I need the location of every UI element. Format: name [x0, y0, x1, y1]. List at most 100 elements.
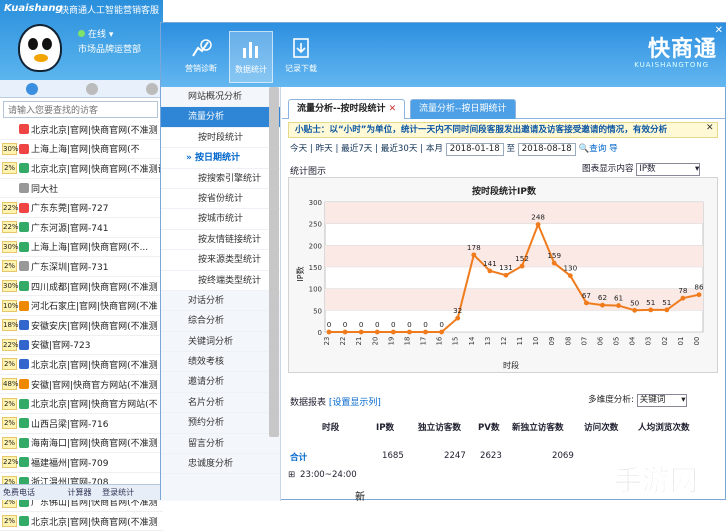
- visitor-name: 同大社: [31, 184, 59, 195]
- phone-button[interactable]: 免费电话: [3, 488, 35, 497]
- data-label: 131: [499, 263, 513, 272]
- chat-tab-icon[interactable]: [26, 83, 38, 95]
- nav-item[interactable]: 关键词分析: [161, 332, 280, 353]
- nav-item[interactable]: 按省份统计: [161, 188, 280, 210]
- visitor-list-item[interactable]: 22% 广东东莞|官网-727: [0, 198, 163, 218]
- toolbar-download[interactable]: 记录下载: [279, 31, 323, 83]
- tab-hourly[interactable]: 流量分析--按时段统计 ✕: [288, 99, 406, 119]
- match-badge: 48%: [2, 378, 19, 391]
- visitor-list-item[interactable]: 30% 上海上海|官网|快商官网(不...: [0, 238, 163, 258]
- visitor-list-item[interactable]: 2% 北京北京|官网|快商官方网站(不: [0, 394, 163, 414]
- tab-close-icon[interactable]: ✕: [389, 104, 397, 114]
- nav-item[interactable]: 绩效考核: [161, 352, 280, 373]
- data-label: 141: [483, 259, 497, 268]
- nav-item[interactable]: 按搜索引擎统计: [161, 168, 280, 189]
- nav-item[interactable]: 留言分析: [161, 434, 280, 455]
- data-label: 61: [614, 294, 623, 303]
- visitor-list-item[interactable]: 22% 广东河源|官网-741: [0, 218, 163, 238]
- nav-item[interactable]: 按友情链接统计: [161, 229, 280, 251]
- visitor-list-item[interactable]: 10% 河北石家庄|官网|快商官网(不准: [0, 296, 163, 316]
- bar-chart-icon: [243, 42, 258, 58]
- col-ip[interactable]: IP数: [376, 421, 394, 433]
- online-status[interactable]: 在线 ▾: [78, 27, 113, 40]
- data-label: 0: [439, 320, 444, 329]
- visitor-list-item[interactable]: 30% 四川成都|官网|快商官网(不准测: [0, 277, 163, 297]
- visitor-list-item[interactable]: 2% 海南海口|官网|快商官网(不准测: [0, 434, 163, 454]
- nav-item[interactable]: 对话分析: [161, 291, 280, 312]
- col-period[interactable]: 时段: [322, 421, 339, 433]
- date-to-input[interactable]: 2018-08-18: [517, 143, 576, 156]
- filter-today[interactable]: 今天: [290, 144, 307, 154]
- toolbar-statistics[interactable]: 数据统计: [229, 31, 273, 83]
- nav-item[interactable]: 邀请分析: [161, 372, 280, 393]
- nav-item[interactable]: 按来源类型统计: [161, 250, 280, 271]
- filter-last7[interactable]: 最近7天: [341, 144, 372, 154]
- visitor-list-item[interactable]: 2% 广东深圳|官网-731: [0, 257, 163, 277]
- filter-yesterday[interactable]: 昨天: [316, 144, 333, 154]
- calculator-button[interactable]: 计算器: [68, 488, 92, 497]
- visitor-list-item[interactable]: 2% 山西吕梁|官网-716: [0, 414, 163, 434]
- nav-item[interactable]: 流量分析: [161, 107, 280, 128]
- tab-daily[interactable]: 流量分析--按日期统计: [410, 99, 516, 119]
- query-button[interactable]: 🔍查询: [578, 144, 606, 154]
- nav-item[interactable]: 网站概况分析: [161, 87, 280, 108]
- tip-close-icon[interactable]: ✕: [706, 123, 714, 133]
- visitor-icon: [19, 163, 29, 174]
- col-new-visitors[interactable]: 新独立访客数: [512, 421, 564, 433]
- data-label: 0: [327, 320, 332, 329]
- filter-last30[interactable]: 最近30天: [381, 144, 418, 154]
- login-stats-button[interactable]: 登录统计: [102, 488, 134, 497]
- visitor-list-item[interactable]: 18% 安徽安庆|官网|快商官网(不准测: [0, 316, 163, 336]
- visitor-list-item[interactable]: 2% 北京北京|官网|快商官网(不准测: [0, 512, 163, 531]
- visitor-list-item[interactable]: 22% 安徽|官网-723: [0, 336, 163, 356]
- date-from-input[interactable]: 2018-01-18: [445, 143, 504, 156]
- chart-ylabel: IP数: [295, 266, 305, 281]
- multi-dim-select[interactable]: 关键词 ▾: [636, 394, 687, 407]
- nav-item[interactable]: » 按日期统计: [161, 148, 280, 169]
- data-label: 86: [694, 283, 704, 292]
- clock-tab-icon[interactable]: [146, 83, 158, 95]
- x-tick-label: 14: [468, 337, 476, 346]
- nav-item[interactable]: 按时段统计: [161, 127, 280, 149]
- visitor-list-item[interactable]: 同大社: [0, 179, 163, 199]
- bottom-bar: 免费电话 计算器 登录统计: [0, 484, 163, 500]
- user-tab-icon[interactable]: [86, 83, 98, 95]
- nav-item[interactable]: 忠诚度分析: [161, 454, 280, 475]
- match-badge: 2%: [2, 260, 17, 273]
- col-avg-views[interactable]: 人均浏览次数: [638, 421, 690, 433]
- col-unique-visitors[interactable]: 独立访客数: [418, 421, 461, 433]
- total-pv: 2623: [480, 451, 502, 461]
- chart-content-select[interactable]: IP数 ▾: [636, 163, 701, 176]
- x-tick-label: 21: [355, 337, 363, 346]
- visitor-name: 北京北京|官网|快商官网(不准测: [31, 517, 158, 528]
- nav-item[interactable]: 按城市统计: [161, 209, 280, 230]
- toolbar-diagnosis[interactable]: 营销诊断: [179, 31, 223, 83]
- visitor-list-item[interactable]: 2% 北京北京|官网|快商官网(不准测试-: [0, 159, 163, 179]
- visitor-list-item[interactable]: 北京北京|官网|快商官网(不准测: [0, 120, 163, 140]
- col-pv[interactable]: PV数: [478, 421, 500, 433]
- y-tick-label: 150: [309, 264, 322, 272]
- filter-month[interactable]: 本月: [426, 144, 443, 154]
- visitor-list-item[interactable]: 48% 安徽|官网|快商官方网站(不准测: [0, 375, 163, 395]
- client-header: Kuaishang 快商通人工智能营销客服 在线 ▾ 市场品牌运营部: [0, 0, 163, 80]
- expand-icon[interactable]: ⊞: [288, 470, 295, 480]
- close-icon[interactable]: ✕: [715, 25, 723, 36]
- visitor-list-item[interactable]: 2% 北京北京|官网|快商官网(不准测: [0, 355, 163, 375]
- nav-item[interactable]: 名片分析: [161, 393, 280, 414]
- site-watermark: 手游网: [586, 458, 726, 500]
- visitor-search-input[interactable]: [3, 101, 158, 118]
- avatar[interactable]: [18, 24, 62, 72]
- nav-item[interactable]: 综合分析: [161, 311, 280, 332]
- data-label: 0: [391, 320, 396, 329]
- export-button[interactable]: 导: [609, 144, 618, 154]
- grid-band: [325, 202, 703, 224]
- nav-item[interactable]: 预约分析: [161, 413, 280, 434]
- data-point: [487, 268, 493, 274]
- visitor-list-item[interactable]: 30% 上海上海|官网|快商官网(不: [0, 140, 163, 160]
- nav-item[interactable]: 按终端类型统计: [161, 270, 280, 291]
- stats-header: 营销诊断 数据统计 记录下载 快商通 KUAISHANGTONG ✕: [161, 23, 726, 87]
- visitor-list-item[interactable]: 22% 福建福州|官网-709: [0, 453, 163, 473]
- nav-scrollbar[interactable]: [269, 87, 279, 437]
- data-point: [326, 329, 332, 335]
- col-visits[interactable]: 访问次数: [584, 421, 618, 433]
